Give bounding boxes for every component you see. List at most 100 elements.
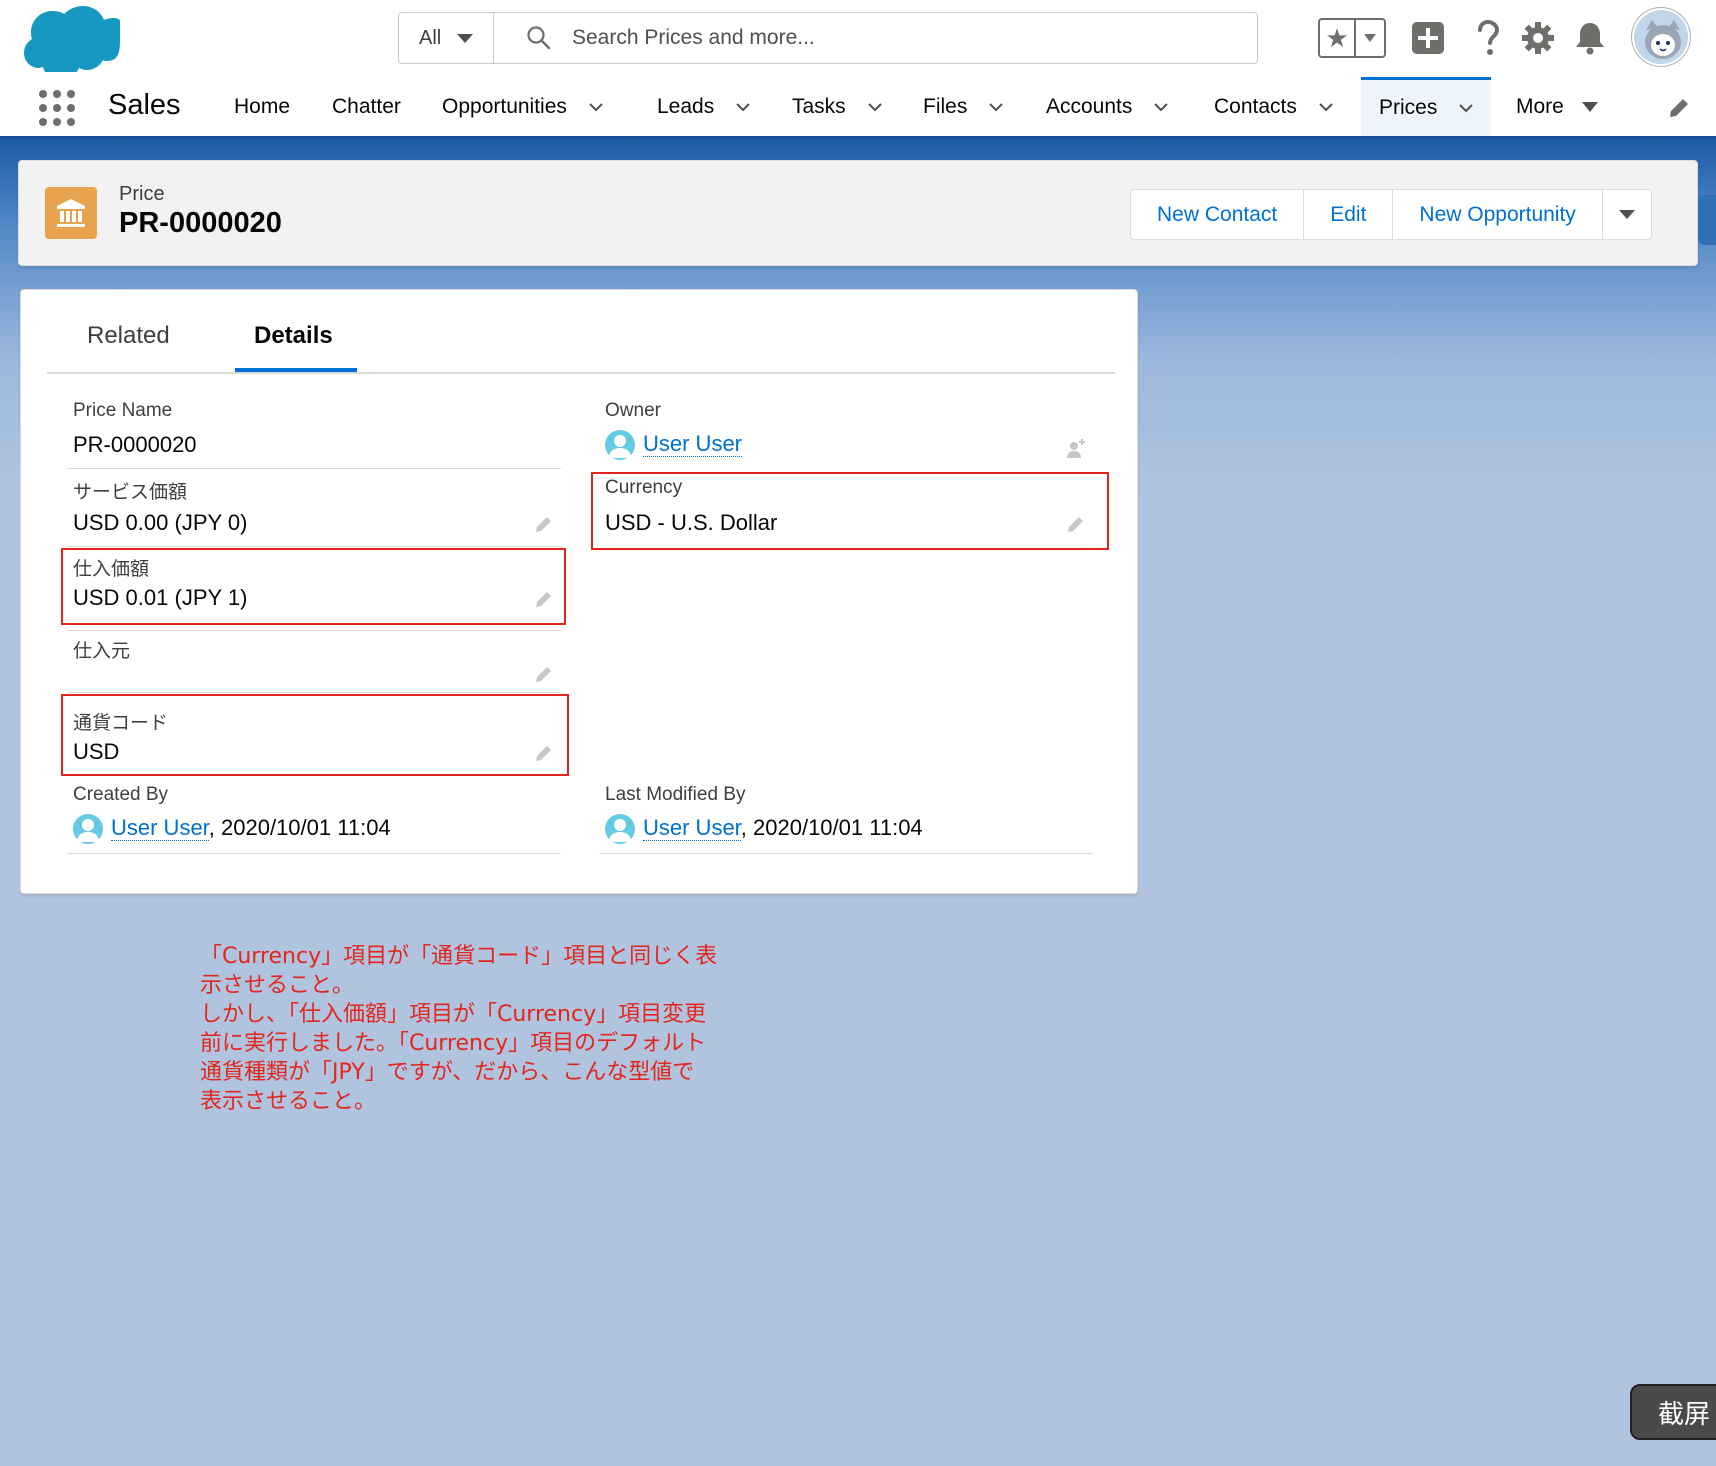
setup-gear-icon[interactable]: [1518, 18, 1558, 58]
search-scope-dropdown[interactable]: All: [399, 13, 494, 63]
created-by-user-link[interactable]: User User: [111, 814, 209, 841]
field-label: Created By: [73, 784, 169, 805]
screenshot-button[interactable]: 截屏: [1630, 1384, 1716, 1440]
field-value: User User: [605, 430, 743, 460]
field-created-by: Created By User User, 2020/10/01 11:04: [67, 784, 561, 854]
record-type-label: Price: [119, 183, 165, 205]
highlight-purchase-price: [61, 548, 566, 625]
tab-details[interactable]: Details: [254, 322, 333, 350]
favorites-list-button[interactable]: [1356, 20, 1384, 56]
chevron-down-icon[interactable]: [867, 100, 882, 114]
nav-item-tasks[interactable]: Tasks: [792, 77, 882, 136]
highlight-currency: [591, 472, 1109, 550]
favorites-button-group: ★: [1318, 18, 1386, 58]
edit-button[interactable]: Edit: [1304, 190, 1394, 239]
edit-nav-pencil-icon[interactable]: [1666, 95, 1692, 121]
nav-item-more[interactable]: More: [1516, 77, 1598, 136]
nav-item-label: Prices: [1379, 96, 1438, 119]
chevron-down-icon[interactable]: [989, 100, 1004, 114]
side-panel-toggle[interactable]: [1698, 195, 1716, 245]
caret-down-icon: [1581, 101, 1598, 112]
nav-item-files[interactable]: Files: [923, 77, 1004, 136]
field-price-name: Price Name PR-0000020: [67, 400, 561, 469]
field-value: User User, 2020/10/01 11:04: [73, 814, 391, 844]
last-modified-date: , 2020/10/01 11:04: [740, 814, 923, 840]
field-value: User User, 2020/10/01 11:04: [605, 814, 923, 844]
nav-item-contacts[interactable]: Contacts: [1214, 77, 1333, 136]
global-header: All ★: [0, 0, 1716, 77]
last-modified-user-link[interactable]: User User: [643, 814, 741, 841]
astro-avatar-icon: [1634, 10, 1688, 64]
field-last-modified-by: Last Modified By User User, 2020/10/01 1…: [599, 784, 1093, 854]
price-record-icon: [45, 187, 97, 239]
nav-item-label: Contacts: [1214, 94, 1297, 118]
created-date: , 2020/10/01 11:04: [208, 814, 391, 840]
annotation-line: しかし、「仕入価額」項目が「Currency」項目変更: [200, 1002, 707, 1027]
nav-item-home[interactable]: Home: [234, 77, 290, 136]
annotation-line: 前に実行しました。「Currency」項目のデフォルト: [200, 1031, 707, 1056]
user-avatar-icon: [73, 814, 103, 844]
annotation-line: 「Currency」項目が「通貨コード」項目と同じく表: [200, 944, 718, 969]
nav-item-label: Tasks: [792, 94, 846, 118]
caret-down-icon: [1618, 210, 1635, 219]
global-search: All: [398, 12, 1258, 64]
field-label: Price Name: [73, 400, 173, 421]
new-contact-button[interactable]: New Contact: [1131, 190, 1305, 239]
app-launcher-waffle-icon[interactable]: [38, 89, 76, 127]
nav-item-label: Opportunities: [442, 94, 567, 118]
nav-item-label: Files: [923, 94, 968, 118]
caret-down-icon: [1364, 34, 1376, 42]
search-scope-label: All: [419, 26, 442, 49]
field-label: サービス価額: [73, 482, 188, 503]
nav-item-label: Chatter: [332, 94, 401, 118]
chevron-down-icon[interactable]: [736, 100, 750, 114]
salesforce-logo[interactable]: [24, 6, 120, 72]
caret-down-icon: [457, 33, 474, 43]
field-label: 仕入元: [73, 641, 131, 662]
app-name: Sales: [108, 89, 181, 121]
user-avatar[interactable]: [1632, 8, 1690, 66]
nav-item-leads[interactable]: Leads: [657, 77, 750, 136]
help-icon[interactable]: [1468, 18, 1508, 58]
owner-user-link[interactable]: User User: [643, 430, 743, 457]
record-tabs: Related Details: [47, 290, 1115, 374]
nav-item-opportunities[interactable]: Opportunities: [442, 77, 603, 136]
nav-item-prices[interactable]: Prices: [1361, 77, 1492, 136]
chevron-down-icon[interactable]: [589, 100, 603, 114]
chevron-down-icon[interactable]: [1319, 100, 1333, 114]
nav-item-label: More: [1516, 94, 1564, 118]
active-tab-indicator: [235, 368, 357, 372]
record-details-card: Related Details Price Name PR-0000020 サー…: [20, 289, 1138, 894]
annotation-line: 通貨種類が「JPY」ですが、だから、こんな型値で: [200, 1060, 695, 1085]
notifications-bell-icon[interactable]: [1570, 18, 1610, 58]
app-navigation-bar: Sales Home Chatter Opportunities Leads T…: [0, 77, 1716, 139]
record-title: PR-0000020: [119, 207, 282, 239]
edit-pencil-icon[interactable]: [533, 513, 555, 535]
highlight-currency-code: [61, 694, 569, 776]
record-actions: New Contact Edit New Opportunity: [1130, 189, 1652, 240]
field-value: USD 0.00 (JPY 0): [73, 510, 248, 535]
annotation-line: 示させること。: [200, 973, 355, 998]
nav-item-chatter[interactable]: Chatter: [332, 77, 401, 136]
global-create-icon[interactable]: [1408, 18, 1448, 58]
field-owner: Owner User User: [599, 400, 1093, 474]
search-icon: [527, 26, 551, 50]
record-header: Price PR-0000020 New Contact Edit New Op…: [18, 160, 1698, 266]
field-supplier: 仕入元: [67, 630, 561, 693]
change-owner-icon[interactable]: [1065, 438, 1087, 460]
search-input[interactable]: [572, 26, 1172, 50]
field-service-price: サービス価額 USD 0.00 (JPY 0): [67, 477, 561, 547]
chevron-down-icon[interactable]: [1459, 101, 1474, 115]
more-actions-button[interactable]: [1603, 190, 1651, 239]
nav-item-label: Home: [234, 94, 291, 118]
favorite-star-icon[interactable]: ★: [1320, 20, 1356, 56]
nav-item-accounts[interactable]: Accounts: [1046, 77, 1169, 136]
chevron-down-icon[interactable]: [1154, 100, 1169, 114]
tab-related[interactable]: Related: [87, 322, 170, 350]
edit-pencil-icon[interactable]: [533, 663, 555, 685]
user-avatar-icon: [605, 814, 635, 844]
annotation-note: 「Currency」項目が「通貨コード」項目と同じく表 示させること。 しかし、…: [200, 942, 760, 1116]
annotation-line: 表示させること。: [200, 1089, 377, 1114]
nav-item-label: Leads: [657, 94, 715, 118]
new-opportunity-button[interactable]: New Opportunity: [1393, 190, 1603, 239]
